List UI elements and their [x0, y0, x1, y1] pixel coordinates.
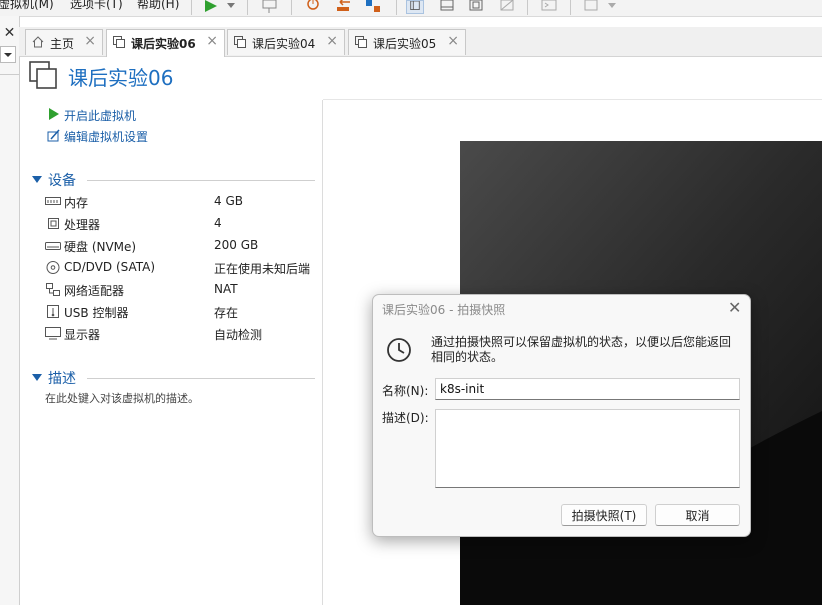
- device-value: 正在使用未知后端: [214, 262, 311, 276]
- toolbar-separator: [527, 0, 528, 15]
- collapse-icon[interactable]: [32, 374, 42, 382]
- menu-tabs[interactable]: 选项卡(T): [70, 0, 123, 12]
- devices-heading: 设备: [48, 173, 76, 189]
- close-icon[interactable]: ×: [326, 33, 338, 49]
- device-row-cpu[interactable]: 处理器 4: [45, 215, 335, 235]
- usb-icon: [47, 305, 59, 318]
- tab-vm-04[interactable]: 课后实验04 ×: [227, 29, 345, 55]
- library-view-icon[interactable]: [406, 0, 424, 14]
- play-icon: [49, 108, 59, 120]
- divider: [323, 99, 822, 100]
- tab-label: 课后实验04: [252, 37, 316, 51]
- device-row-cd[interactable]: CD/DVD (SATA) 正在使用未知后端: [45, 259, 335, 279]
- fullscreen-icon[interactable]: [467, 0, 485, 14]
- vm-icon: [355, 36, 367, 48]
- close-icon[interactable]: ✕: [0, 24, 19, 42]
- take-snapshot-dialog: 课后实验06 - 拍摄快照 ✕ 通过拍摄快照可以保留虚拟机的状态，以便以后您能返…: [372, 294, 751, 537]
- menu-vm[interactable]: 虚拟机(M): [0, 0, 54, 12]
- device-value: 200 GB: [214, 238, 259, 252]
- vm-large-icon: [29, 61, 57, 89]
- device-name: CD/DVD (SATA): [64, 260, 156, 274]
- collapse-icon[interactable]: [32, 176, 42, 184]
- device-value: 4: [214, 216, 222, 230]
- device-name: USB 控制器: [64, 306, 129, 320]
- description-placeholder[interactable]: 在此处键入对该虚拟机的描述。: [45, 390, 199, 406]
- description-label: 描述(D):: [382, 411, 429, 425]
- divider: [87, 180, 315, 181]
- page-title: 课后实验06: [68, 66, 174, 90]
- vm-details-panel: 开启此虚拟机 编辑虚拟机设置 设备 内存 4 GB 处理器 4 硬盘 (NVMe…: [20, 100, 323, 605]
- edit-settings-link[interactable]: 编辑虚拟机设置: [64, 128, 148, 145]
- revert-snapshot-icon[interactable]: [334, 0, 352, 14]
- description-heading: 描述: [48, 371, 76, 387]
- name-label: 名称(N):: [382, 384, 429, 398]
- toolbar-separator: [396, 0, 397, 15]
- memory-icon: [45, 197, 61, 205]
- chevron-down-icon[interactable]: [225, 0, 237, 14]
- toolbar-separator: [570, 0, 571, 15]
- tab-vm-05[interactable]: 课后实验05 ×: [348, 29, 466, 55]
- clock-icon: [387, 338, 411, 362]
- close-icon[interactable]: ×: [447, 33, 459, 49]
- device-value: 4 GB: [214, 194, 243, 208]
- device-name: 网络适配器: [64, 284, 125, 298]
- snapshot-icon[interactable]: [304, 0, 322, 14]
- play-icon[interactable]: [203, 0, 221, 14]
- library-dropdown[interactable]: [0, 46, 16, 63]
- device-value: 自动检测: [214, 328, 263, 342]
- dialog-title: 课后实验06 - 拍摄快照: [382, 303, 506, 317]
- tab-label: 主页: [50, 37, 75, 51]
- network-icon: [46, 283, 60, 296]
- snapshot-name-input[interactable]: [435, 378, 740, 400]
- device-row-memory[interactable]: 内存 4 GB: [45, 193, 335, 213]
- toolbar-separator: [247, 0, 248, 15]
- console-icon[interactable]: [540, 0, 558, 14]
- tab-home[interactable]: 主页 ×: [25, 29, 103, 55]
- device-row-network[interactable]: 网络适配器 NAT: [45, 281, 335, 301]
- tab-label: 课后实验05: [373, 37, 437, 51]
- cd-icon: [46, 261, 60, 274]
- cpu-icon: [48, 218, 59, 229]
- close-icon[interactable]: ×: [84, 33, 96, 49]
- home-icon: [32, 36, 44, 48]
- dialog-message: 通过拍摄快照可以保留虚拟机的状态，以便以后您能返回相同的状态。: [431, 335, 732, 364]
- chevron-down-icon: [4, 53, 12, 57]
- device-name: 处理器: [64, 218, 101, 232]
- toolbar-separator: [291, 0, 292, 15]
- menubar: 虚拟机(M) 选项卡(T) 帮助(H): [0, 0, 822, 17]
- unity-icon[interactable]: [498, 0, 516, 14]
- close-icon[interactable]: ×: [206, 33, 218, 49]
- chevron-down-icon[interactable]: [606, 0, 618, 14]
- disk-icon: [45, 242, 61, 250]
- toolbar-separator: [191, 0, 192, 15]
- thumbnail-view-icon[interactable]: [438, 0, 456, 14]
- divider: [87, 378, 315, 379]
- tab-vm-06[interactable]: 课后实验06 ×: [106, 29, 225, 57]
- snapshot-description-input[interactable]: [435, 409, 740, 488]
- vm-icon: [113, 36, 125, 48]
- device-row-display[interactable]: 显示器 自动检测: [45, 325, 335, 345]
- device-value: 存在: [214, 306, 239, 320]
- monitor-icon: [45, 327, 61, 340]
- divider: [0, 74, 19, 75]
- menu-help[interactable]: 帮助(H): [137, 0, 179, 12]
- cancel-button[interactable]: 取消: [655, 504, 740, 526]
- device-name: 内存: [64, 196, 89, 210]
- power-on-link[interactable]: 开启此虚拟机: [64, 107, 136, 124]
- snapshot-manager-icon[interactable]: [364, 0, 382, 14]
- stretch-icon[interactable]: [583, 0, 601, 14]
- device-name: 硬盘 (NVMe): [64, 240, 137, 254]
- library-strip: ✕: [0, 16, 20, 605]
- device-row-disk[interactable]: 硬盘 (NVMe) 200 GB: [45, 237, 335, 257]
- device-value: NAT: [214, 282, 238, 296]
- take-snapshot-button[interactable]: 拍摄快照(T): [561, 504, 647, 526]
- tab-bar: 主页 × 课后实验06 × 课后实验04 × 课后实验05 ×: [19, 27, 822, 57]
- send-keys-icon[interactable]: [261, 0, 279, 14]
- device-row-usb[interactable]: USB 控制器 存在: [45, 303, 335, 323]
- settings-icon: [47, 129, 60, 142]
- tab-label: 课后实验06: [131, 37, 196, 51]
- close-icon[interactable]: ✕: [728, 298, 741, 317]
- device-name: 显示器: [64, 328, 101, 342]
- vm-icon: [234, 36, 246, 48]
